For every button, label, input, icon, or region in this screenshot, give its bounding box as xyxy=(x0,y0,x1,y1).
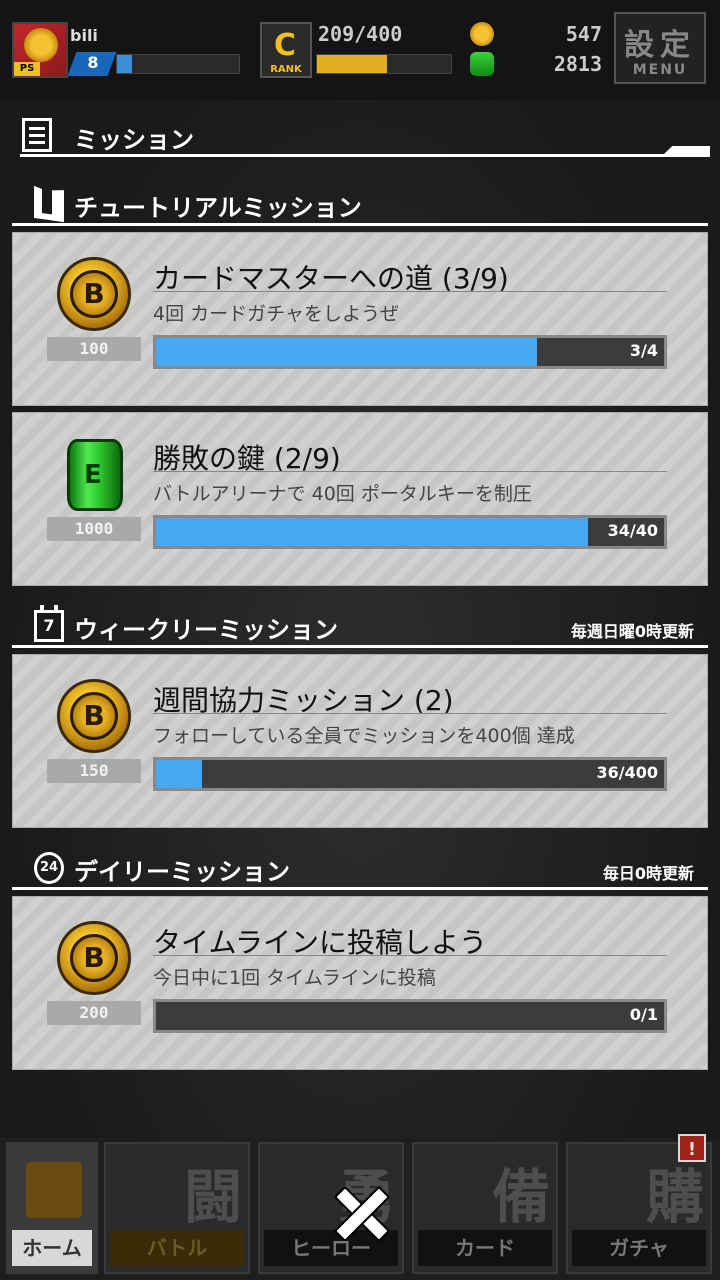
home-icon xyxy=(26,1162,82,1218)
player-level: 8 xyxy=(87,53,99,72)
mission-description: バトルアリーナで 40回 ポータルキーを制圧 xyxy=(153,483,532,505)
nav-label: ホーム xyxy=(12,1230,92,1266)
nav-card[interactable]: 備 カード xyxy=(412,1142,558,1274)
divider xyxy=(153,291,667,292)
battle-kanji: 闘 xyxy=(183,1163,242,1231)
menu-label: MENU xyxy=(632,62,688,78)
reset-note: 毎日0時更新 xyxy=(602,864,694,883)
divider xyxy=(153,955,667,956)
card-kanji: 備 xyxy=(491,1163,550,1231)
progress-text: 0/1 xyxy=(629,1005,658,1024)
mission-description: 4回 カードガチャをしようぜ xyxy=(153,303,399,325)
mission-card[interactable]: E 1000 勝敗の鍵 (2/9) バトルアリーナで 40回 ポータルキーを制圧… xyxy=(12,412,708,586)
reset-note: 毎週日曜0時更新 xyxy=(570,622,694,641)
ps-tag: PS xyxy=(14,62,40,76)
settings-kanji: 設定 xyxy=(624,28,696,63)
rank-label: RANK xyxy=(270,64,302,75)
rank-icon: C RANK xyxy=(260,22,312,78)
reward-amount: 150 xyxy=(47,759,141,783)
mission-progress-bar: 0/1 xyxy=(153,999,667,1033)
exp-fill xyxy=(117,55,132,73)
reward-amount: 200 xyxy=(47,1001,141,1025)
nav-label: カード xyxy=(418,1230,552,1266)
coin-icon xyxy=(470,22,494,46)
section-title: デイリーミッション xyxy=(74,858,290,886)
divider xyxy=(20,154,710,157)
mission-progress-bar: 3/4 xyxy=(153,335,667,369)
progress-fill xyxy=(156,338,537,366)
progress-text: 3/4 xyxy=(629,341,658,360)
mission-progress-bar: 34/40 xyxy=(153,515,667,549)
status-header: PS bili 8 C RANK 209/400 547 2813 設定 MEN… xyxy=(0,0,720,100)
nav-label: バトル xyxy=(110,1230,244,1266)
section-title: チュートリアルミッション xyxy=(74,194,362,222)
key-icon xyxy=(470,52,494,76)
close-icon[interactable] xyxy=(332,1184,388,1240)
mission-card[interactable]: B 150 週間協力ミッション (2) フォローしている全員でミッションを400… xyxy=(12,654,708,828)
mission-description: 今日中に1回 タイムラインに投稿 xyxy=(153,967,436,989)
player-name: bili xyxy=(70,26,98,45)
calendar-icon: 7 xyxy=(34,605,64,642)
section-title: ウィークリーミッション xyxy=(74,616,338,644)
document-icon xyxy=(22,118,52,152)
progress-fill xyxy=(156,760,202,788)
coin-count: 547 xyxy=(565,22,602,46)
tutorial-section-header: チュートリアルミッション xyxy=(12,182,708,226)
rank-glyph: C xyxy=(274,28,297,63)
coin-reward-icon: B xyxy=(57,679,131,753)
daily-section-header: 24 デイリーミッション 毎日0時更新 xyxy=(12,846,708,890)
coin-reward-icon: B xyxy=(57,257,131,331)
rank-bar xyxy=(316,54,452,74)
notification-badge: ! xyxy=(678,1134,706,1162)
avatar-emblem xyxy=(24,28,58,62)
daily-refresh-icon: 24 xyxy=(34,852,64,884)
reward-amount: 100 xyxy=(47,337,141,361)
weekly-section-header: 7 ウィークリーミッション 毎週日曜0時更新 xyxy=(12,604,708,648)
divider xyxy=(12,645,708,648)
key-count: 2813 xyxy=(553,52,602,76)
coin-reward-icon: B xyxy=(57,921,131,995)
divider xyxy=(12,887,708,890)
rank-progress-text: 209/400 xyxy=(318,22,403,46)
progress-text: 34/40 xyxy=(607,521,658,540)
divider xyxy=(12,223,708,226)
settings-menu-button[interactable]: 設定 MENU xyxy=(614,12,706,84)
nav-battle[interactable]: 闘 バトル xyxy=(104,1142,250,1274)
divider xyxy=(153,713,667,714)
divider xyxy=(153,471,667,472)
exp-bar xyxy=(116,54,240,74)
mission-panel-header: ミッション xyxy=(20,116,710,158)
progress-fill xyxy=(156,518,588,546)
progress-text: 36/400 xyxy=(596,763,658,782)
rank-fill xyxy=(317,55,387,73)
mission-description: フォローしている全員でミッションを400個 達成 xyxy=(153,725,575,747)
panel-title: ミッション xyxy=(74,126,194,154)
key-reward-icon: E xyxy=(67,439,123,511)
mission-card[interactable]: B 100 カードマスターへの道 (3/9) 4回 カードガチャをしようぜ 3/… xyxy=(12,232,708,406)
nav-home[interactable]: ホーム xyxy=(6,1142,98,1274)
divider-accent xyxy=(664,146,710,154)
player-avatar[interactable]: PS xyxy=(12,22,68,78)
reward-amount: 1000 xyxy=(47,517,141,541)
mission-progress-bar: 36/400 xyxy=(153,757,667,791)
mission-card[interactable]: B 200 タイムラインに投稿しよう 今日中に1回 タイムラインに投稿 0/1 xyxy=(12,896,708,1070)
book-icon xyxy=(34,185,64,223)
nav-label: ガチャ xyxy=(572,1230,706,1266)
